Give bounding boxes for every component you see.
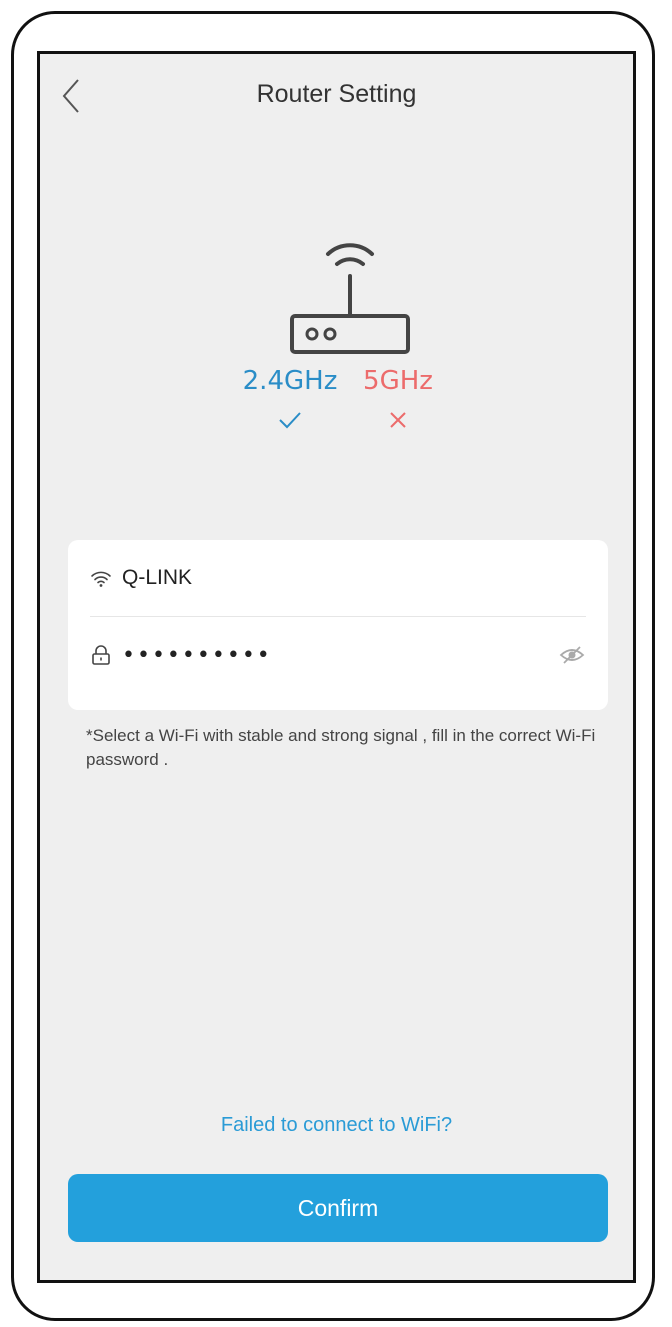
- wifi-icon: [91, 571, 111, 587]
- wifi-ssid-row[interactable]: Q-LINK: [90, 540, 586, 617]
- band-24ghz: 2.4GHz: [230, 366, 350, 430]
- lock-icon: [92, 645, 110, 665]
- router-icon: [290, 243, 410, 354]
- page-title: Router Setting: [256, 80, 417, 108]
- eye-hidden-icon[interactable]: [558, 644, 586, 666]
- cross-icon: [390, 412, 406, 428]
- wifi-password-field[interactable]: ••••••••••: [122, 643, 558, 668]
- confirm-button[interactable]: Confirm: [68, 1174, 608, 1242]
- band-support: 2.4GHz 5GHz: [40, 366, 633, 486]
- wifi-ssid: Q-LINK: [122, 566, 193, 589]
- wifi-form-card: Q-LINK ••••••••••: [68, 540, 608, 710]
- band-24ghz-label: 2.4GHz: [242, 366, 338, 396]
- wifi-hint: *Select a Wi-Fi with stable and strong s…: [86, 726, 596, 769]
- app-screen: Router Setting 2.4GHz 5GHz Q-LINK ••••••…: [37, 51, 636, 1283]
- failed-to-connect-link[interactable]: Failed to connect to WiFi?: [40, 1114, 633, 1137]
- wifi-password-row: ••••••••••: [90, 617, 586, 693]
- band-5ghz-label: 5GHz: [363, 366, 433, 396]
- header: Router Setting: [40, 54, 633, 138]
- band-5ghz: 5GHz: [338, 366, 458, 430]
- check-icon: [279, 412, 301, 429]
